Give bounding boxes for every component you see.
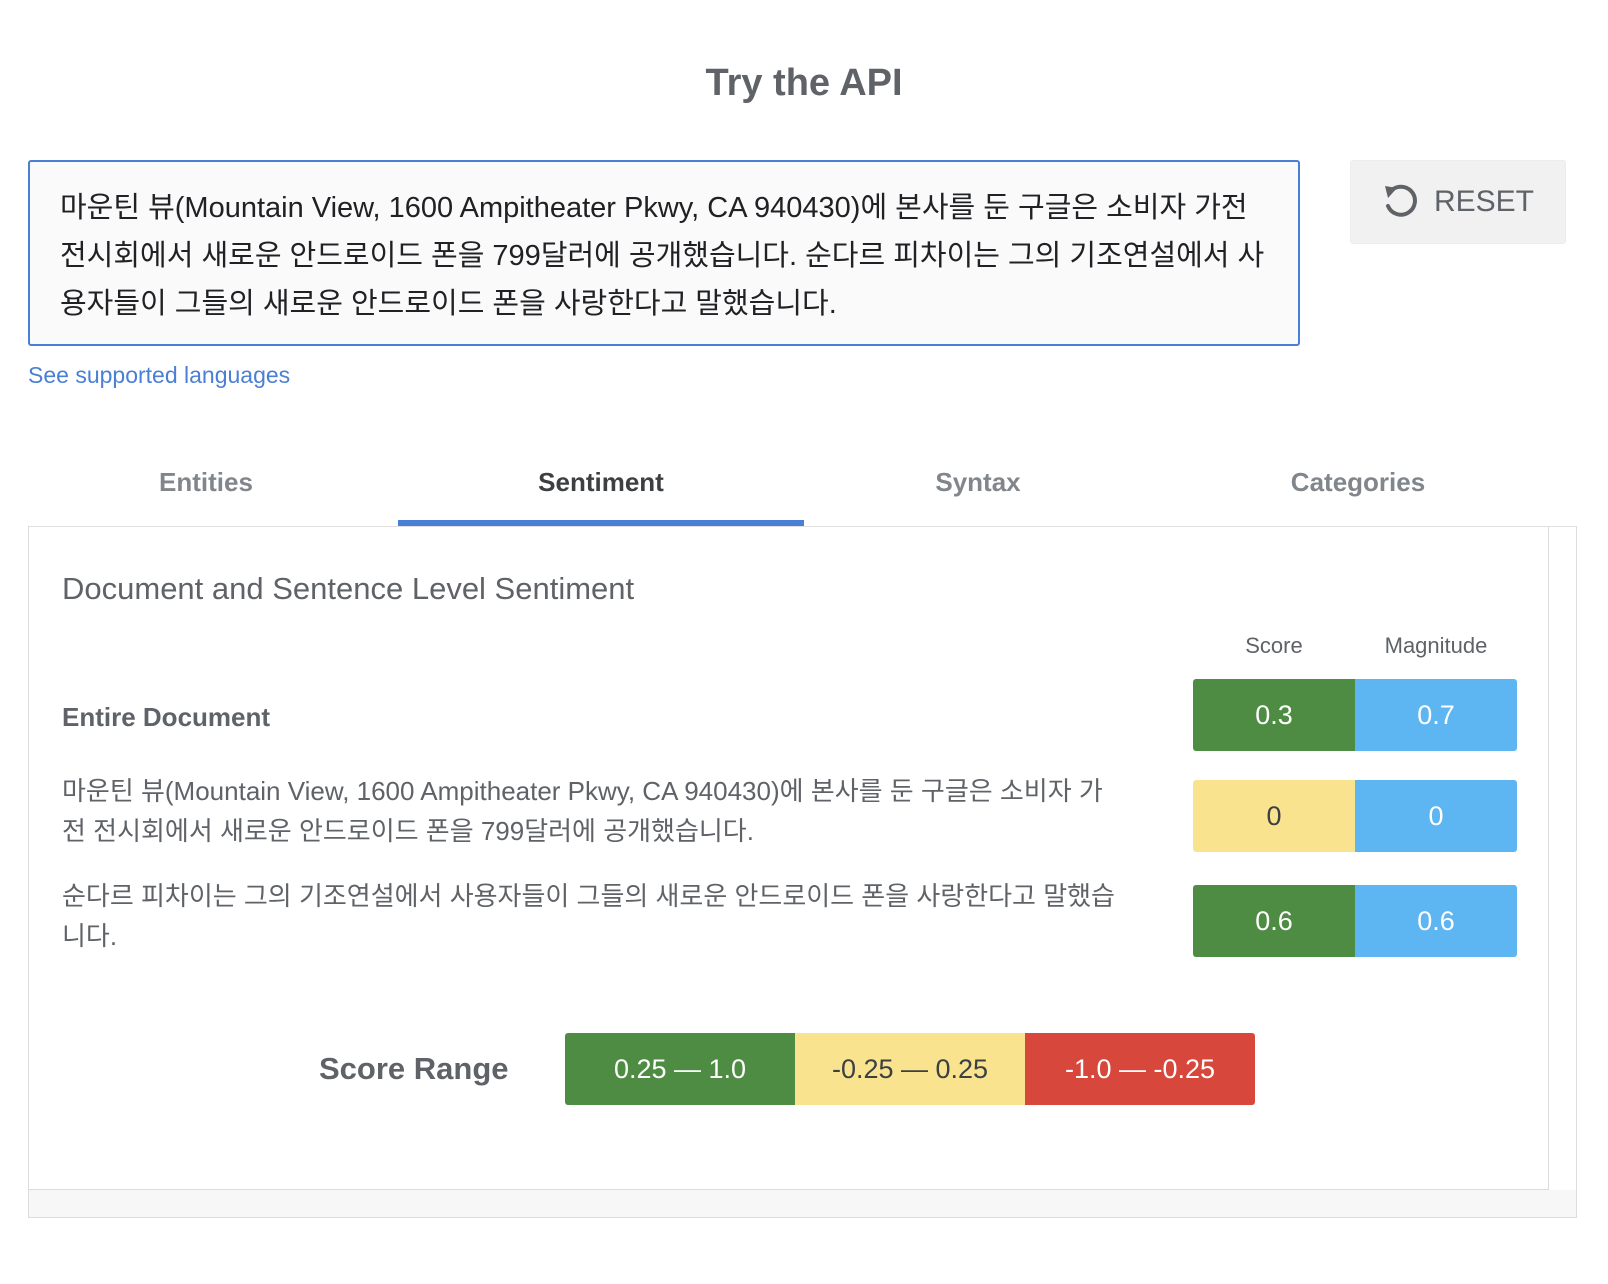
score-column-header: Score [1245,633,1303,658]
tab-entities[interactable]: Entities [28,440,384,524]
score-range-neutral: -0.25 — 0.25 [795,1033,1025,1105]
row-label-entire-document: Entire Document [62,702,271,732]
tab-bar: Entities Sentiment Syntax Categories [28,440,1576,526]
supported-languages-link[interactable]: See supported languages [28,362,290,389]
page-title: Try the API [705,62,903,104]
row-label-sentence-1: 마운틴 뷰(Mountain View, 1600 Ampitheater Pk… [62,776,1103,846]
panel-footer-strip [29,1190,1576,1217]
score-cell: 0.6 [1193,885,1355,957]
magnitude-column-header: Magnitude [1384,633,1488,658]
magnitude-cell: 0.7 [1355,679,1517,751]
score-cell: 0 [1193,780,1355,852]
magnitude-cell: 0 [1355,780,1517,852]
reset-button-label: RESET [1433,185,1535,218]
tab-categories[interactable]: Categories [1168,440,1548,524]
sentiment-panel: Document and Sentence Level Sentiment Sc… [28,526,1577,1218]
section-title: Document and Sentence Level Sentiment [62,571,635,606]
score-range-positive: 0.25 — 1.0 [565,1033,795,1105]
score-cell: 0.3 [1193,679,1355,751]
sentiment-panel-content: Document and Sentence Level Sentiment Sc… [29,527,1549,1190]
tab-syntax[interactable]: Syntax [798,440,1158,524]
try-api-page: Try the API 마운틴 뷰(Mountain View, 1600 Am… [0,0,1608,1284]
reset-button[interactable]: RESET [1350,160,1566,244]
reset-icon [1382,182,1420,222]
row-label-sentence-2: 순다르 피차이는 그의 기조연설에서 사용자들이 그들의 새로운 안드로이드 폰… [62,881,1115,951]
tab-sentiment[interactable]: Sentiment [398,440,804,524]
magnitude-cell: 0.6 [1355,885,1517,957]
text-input[interactable]: 마운틴 뷰(Mountain View, 1600 Ampitheater Pk… [28,160,1300,346]
score-range-negative: -1.0 — -0.25 [1025,1033,1255,1105]
score-range-label: Score Range [319,1051,509,1086]
